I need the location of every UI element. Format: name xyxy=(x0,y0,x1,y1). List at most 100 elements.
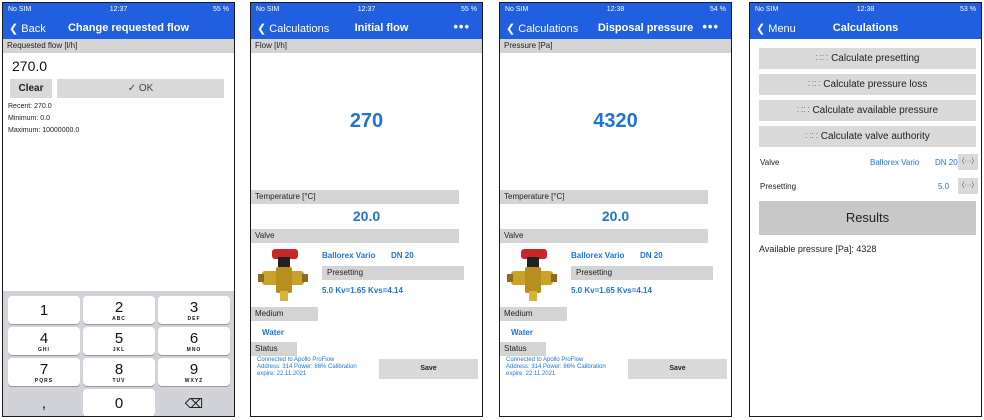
calculate-available-pressure-button[interactable]: ∷∷ Calculate available pressure xyxy=(759,100,976,121)
calculate-valve-authority-button[interactable]: ∷∷ Calculate valve authority xyxy=(759,126,976,147)
key-3[interactable]: 3 DEF xyxy=(158,296,230,324)
valve-name: Ballorex Vario xyxy=(322,251,376,260)
valve-image xyxy=(507,249,557,301)
presetting-label: Presetting xyxy=(322,266,464,280)
key-5[interactable]: 5 JKL xyxy=(83,327,155,355)
swap-icon[interactable]: ⟨···⟩ xyxy=(958,154,978,170)
valve-name: Ballorex Vario xyxy=(571,251,625,260)
presetting-row-value: 5.0 xyxy=(938,182,950,191)
page-title: Calculations xyxy=(832,22,899,34)
battery-level: 53 % xyxy=(960,6,976,13)
status-label: Status xyxy=(500,342,546,356)
pressure-label: Pressure [Pa] xyxy=(500,39,731,53)
more-icon[interactable]: ••• xyxy=(702,19,719,34)
results-button[interactable]: Results xyxy=(759,201,976,235)
key-8[interactable]: 8 TUV xyxy=(83,358,155,386)
status-line-1: Connected to Apollo ProFlow xyxy=(257,357,335,363)
valve-row-label: Valve xyxy=(760,158,780,167)
status-line-2: Address: 314 Power: 86% Calibration xyxy=(506,364,606,370)
status-bar: No SIM 12:37 55 % xyxy=(251,3,482,17)
key-7[interactable]: 7 PQRS xyxy=(8,358,80,386)
valve-row-value: Ballorex Vario xyxy=(870,158,920,167)
field-label: Requested flow [l/h] xyxy=(3,39,234,53)
status-bar: No SIM 12:38 53 % xyxy=(750,3,981,17)
screen-initial-flow: No SIM 12:37 55 % ❮ Calculations Initial… xyxy=(250,2,483,417)
ok-button[interactable]: ✓ OK xyxy=(57,79,224,98)
key-6[interactable]: 6 MNO xyxy=(158,327,230,355)
clock: 12:38 xyxy=(606,6,625,13)
presetting-label: Presetting xyxy=(571,266,713,280)
page-title: Change requested flow xyxy=(67,22,190,34)
numeric-keypad: 1 2 ABC 3 DEF 4 GHI 5 JKL 6 MNO 7 PQRS 8 TUV 9W… xyxy=(3,291,234,416)
valve-label: Valve xyxy=(251,229,459,243)
key-1[interactable]: 1 xyxy=(8,296,80,324)
valve-block[interactable]: Ballorex Vario DN 20 Presetting 5.0 Kv=1… xyxy=(500,243,731,307)
status-bar: No SIM 12:37 55 % xyxy=(3,3,234,17)
screen-change-requested-flow: No SIM 12:37 55 % ❮ Back Change requeste… xyxy=(2,2,235,417)
medium-value[interactable]: Water xyxy=(500,321,731,342)
battery-level: 55 % xyxy=(213,6,229,13)
status-line-3: expire: 22.11.2021 xyxy=(506,371,556,377)
backspace-icon: ⌫ xyxy=(184,396,204,411)
medium-label: Medium xyxy=(500,307,567,321)
valve-image xyxy=(258,249,308,301)
key-2[interactable]: 2 ABC xyxy=(83,296,155,324)
valve-size: DN 20 xyxy=(391,251,414,260)
key-0[interactable]: 0 xyxy=(83,389,155,416)
battery-level: 54 % xyxy=(710,6,726,13)
clock: 12:38 xyxy=(856,6,875,13)
battery-level: 55 % xyxy=(461,6,477,13)
page-title: Disposal pressure xyxy=(597,22,694,34)
clock: 12:37 xyxy=(109,6,128,13)
grid-icon: ∷∷ xyxy=(807,79,821,90)
maximum-value: Maximum: 10000000.0 xyxy=(8,127,80,134)
valve-block[interactable]: Ballorex Vario DN 20 Presetting 5.0 Kv=1… xyxy=(251,243,482,307)
presetting-row[interactable]: Presetting 5.0 ⟨···⟩ xyxy=(750,176,981,198)
nav-bar: ❮ Back Change requested flow xyxy=(3,17,234,39)
valve-row[interactable]: Valve Ballorex Vario DN 20 ⟨···⟩ xyxy=(750,152,981,174)
nav-bar: ❮ Menu Calculations xyxy=(750,17,981,39)
status-line-1: Connected to Apollo ProFlow xyxy=(506,357,584,363)
save-button[interactable]: Save xyxy=(628,359,727,379)
calculate-presetting-button[interactable]: ∷∷ Calculate presetting xyxy=(759,48,976,69)
grid-icon: ∷∷ xyxy=(815,53,829,64)
nav-bar: ❮ Calculations Initial flow ••• xyxy=(251,17,482,39)
key-comma[interactable]: , xyxy=(8,389,80,416)
temperature-value[interactable]: 20.0 xyxy=(500,204,731,229)
status-line-3: expire: 22.11.2021 xyxy=(257,371,307,377)
screen-calculations: No SIM 12:38 53 % ❮ Menu Calculations ∷∷… xyxy=(749,2,982,417)
valve-size: DN 20 xyxy=(640,251,663,260)
presetting-row-label: Presetting xyxy=(760,182,797,191)
valve-row-size: DN 20 xyxy=(935,158,958,167)
medium-label: Medium xyxy=(251,307,318,321)
value-input[interactable]: 270.0 xyxy=(3,53,234,77)
screen-disposal-pressure: No SIM 12:38 54 % ❮ Calculations Disposa… xyxy=(499,2,732,417)
status-bar: No SIM 12:38 54 % xyxy=(500,3,731,17)
result-text: Available pressure [Pa]: 4328 xyxy=(759,244,877,254)
flow-value[interactable]: 270 xyxy=(251,53,482,190)
clear-button[interactable]: Clear xyxy=(10,79,52,98)
status-line-2: Address: 314 Power: 86% Calibration xyxy=(257,364,357,370)
pressure-value[interactable]: 4320 xyxy=(500,53,731,190)
valve-label: Valve xyxy=(500,229,708,243)
clock: 12:37 xyxy=(357,6,376,13)
flow-label: Flow [l/h] xyxy=(251,39,482,53)
swap-icon[interactable]: ⟨···⟩ xyxy=(958,178,978,194)
key-4[interactable]: 4 GHI xyxy=(8,327,80,355)
minimum-value: Minimum: 0.0 xyxy=(8,115,51,122)
temperature-label: Temperature [°C] xyxy=(500,190,708,204)
medium-value[interactable]: Water xyxy=(251,321,482,342)
temperature-value[interactable]: 20.0 xyxy=(251,204,482,229)
status-label: Status xyxy=(251,342,297,356)
nav-bar: ❮ Calculations Disposal pressure ••• xyxy=(500,17,731,39)
backspace-key[interactable]: ⌫ xyxy=(158,389,230,416)
recent-value: Recent: 270.0 xyxy=(8,103,52,110)
presetting-value: 5.0 Kv=1.65 Kvs=4.14 xyxy=(322,286,403,295)
presetting-value: 5.0 Kv=1.65 Kvs=4.14 xyxy=(571,286,652,295)
grid-icon: ∷∷ xyxy=(796,105,810,116)
more-icon[interactable]: ••• xyxy=(453,19,470,34)
key-9[interactable]: 9 WXYZ xyxy=(158,358,230,386)
grid-icon: ∷∷ xyxy=(805,131,818,142)
calculate-pressure-loss-button[interactable]: ∷∷ Calculate pressure loss xyxy=(759,74,976,95)
save-button[interactable]: Save xyxy=(379,359,478,379)
